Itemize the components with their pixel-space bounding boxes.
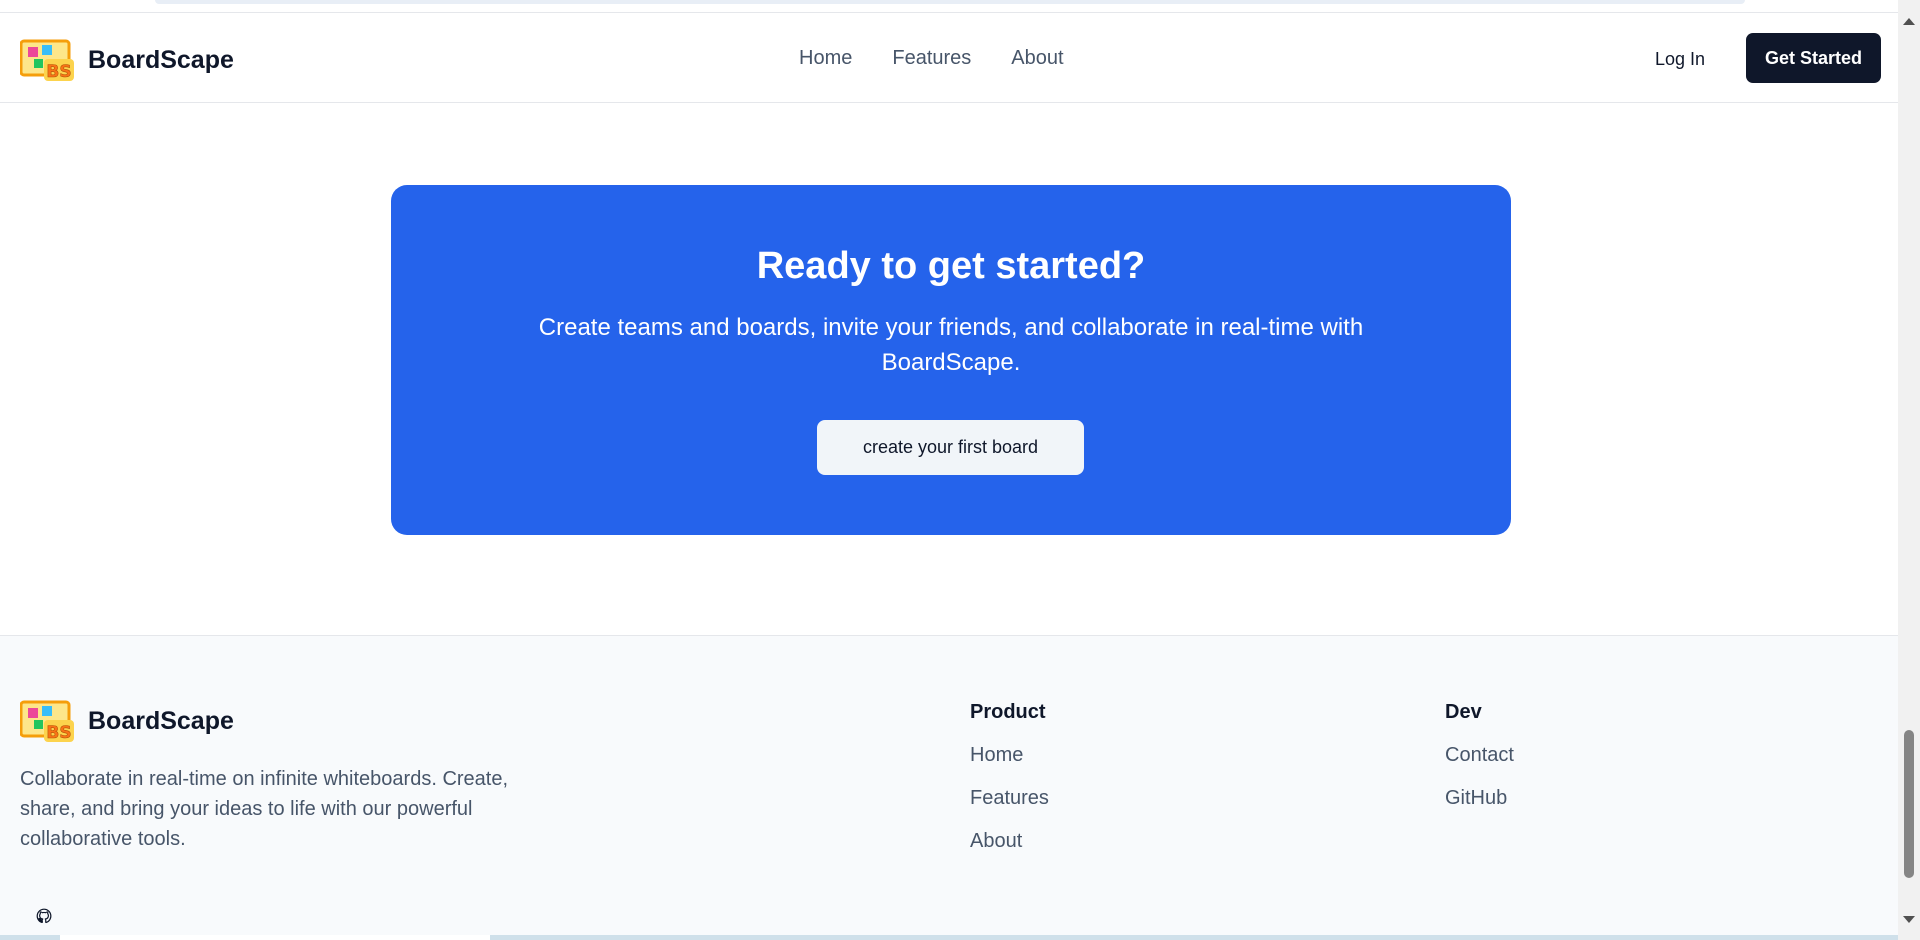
footer-link-about[interactable]: About [970, 830, 1049, 853]
page-scrollbar[interactable] [1898, 0, 1920, 940]
svg-text:BS: BS [46, 723, 71, 743]
footer-column-title: Product [970, 701, 1046, 723]
bottom-strip [0, 935, 1898, 940]
get-started-button[interactable]: Get Started [1746, 33, 1881, 83]
footer-column-product: Product Home Features About [970, 701, 1049, 873]
cta-card: Ready to get started? Create teams and b… [391, 185, 1511, 535]
footer-column-dev: Dev Contact GitHub [1445, 701, 1514, 830]
nav-features[interactable]: Features [892, 47, 971, 70]
top-pill [155, 0, 1745, 4]
login-button[interactable]: Log In [1630, 35, 1730, 83]
boardscape-logo-icon: BS [20, 700, 74, 743]
site-header: BS BoardScape Home Features About Log In… [0, 13, 1898, 103]
footer-link-github[interactable]: GitHub [1445, 787, 1514, 810]
footer-brand-name: BoardScape [88, 706, 234, 735]
svg-text:BS: BS [46, 62, 71, 82]
site-footer: BS BoardScape Collaborate in real-time o… [0, 635, 1898, 935]
header-logo[interactable]: BS BoardScape [20, 37, 234, 83]
cta-title: Ready to get started? [756, 245, 1146, 287]
footer-description: Collaborate in real-time on infinite whi… [20, 768, 509, 850]
github-icon[interactable] [36, 908, 52, 924]
scroll-down-arrow-icon[interactable] [1903, 916, 1915, 923]
footer-link-contact[interactable]: Contact [1445, 744, 1514, 767]
footer-link-home[interactable]: Home [970, 744, 1049, 767]
footer-logo[interactable]: BS BoardScape [20, 698, 234, 744]
footer-column-title: Dev [1445, 701, 1482, 723]
boardscape-logo-icon: BS [20, 39, 74, 82]
cta-description: Create teams and boards, invite your fri… [538, 314, 1364, 376]
create-first-board-button[interactable]: create your first board [817, 420, 1084, 475]
main-nav: Home Features About [799, 13, 1064, 103]
brand-name: BoardScape [88, 45, 234, 74]
scroll-up-arrow-icon[interactable] [1903, 18, 1915, 25]
scroll-thumb[interactable] [1904, 730, 1914, 878]
nav-about[interactable]: About [1011, 47, 1063, 70]
browser-top-sliver [0, 0, 1898, 13]
bottom-strip-segment [60, 935, 490, 940]
nav-home[interactable]: Home [799, 47, 852, 70]
footer-link-features[interactable]: Features [970, 787, 1049, 810]
